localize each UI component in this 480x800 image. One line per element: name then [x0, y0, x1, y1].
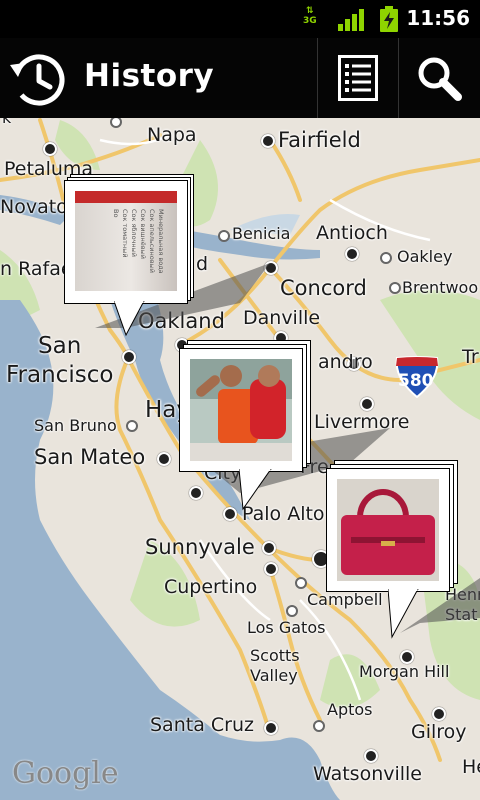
- search-icon: [418, 57, 462, 101]
- marker-pointer: [388, 589, 419, 639]
- action-bar: History: [0, 38, 480, 119]
- photo-text: Минеральная вода Сок апельсиновый Сок ви…: [112, 209, 165, 274]
- marker-pointer: [114, 301, 145, 337]
- marker-pointer: [239, 469, 272, 511]
- google-logo: Google: [12, 756, 119, 791]
- photo-thumbnail: [337, 479, 439, 581]
- clock-time: 11:56: [406, 6, 470, 30]
- list-view-button[interactable]: [318, 38, 398, 118]
- list-view-icon: [338, 55, 378, 101]
- page-title: History: [84, 58, 215, 94]
- photo-marker[interactable]: [179, 340, 319, 515]
- history-clock-icon[interactable]: [8, 49, 68, 109]
- signal-strength-icon: [338, 9, 364, 31]
- photo-frame: Минеральная вода Сок апельсиновый Сок ви…: [64, 180, 188, 304]
- network-3g-icon: ⇅ 3G: [303, 6, 317, 26]
- search-button[interactable]: [399, 38, 479, 118]
- photo-marker[interactable]: [326, 460, 466, 640]
- battery-charging-icon: [380, 6, 398, 32]
- photo-frame: [179, 348, 303, 472]
- photo-frame: [326, 468, 450, 592]
- status-bar: ⇅ 3G 11:56: [0, 0, 480, 38]
- photo-marker[interactable]: Минеральная вода Сок апельсиновый Сок ви…: [64, 174, 194, 344]
- photo-thumbnail: Минеральная вода Сок апельсиновый Сок ви…: [75, 191, 177, 291]
- photo-thumbnail: [190, 359, 292, 461]
- map-view[interactable]: 580 k Napa Fairfield Petaluma Novato Ben…: [0, 118, 480, 800]
